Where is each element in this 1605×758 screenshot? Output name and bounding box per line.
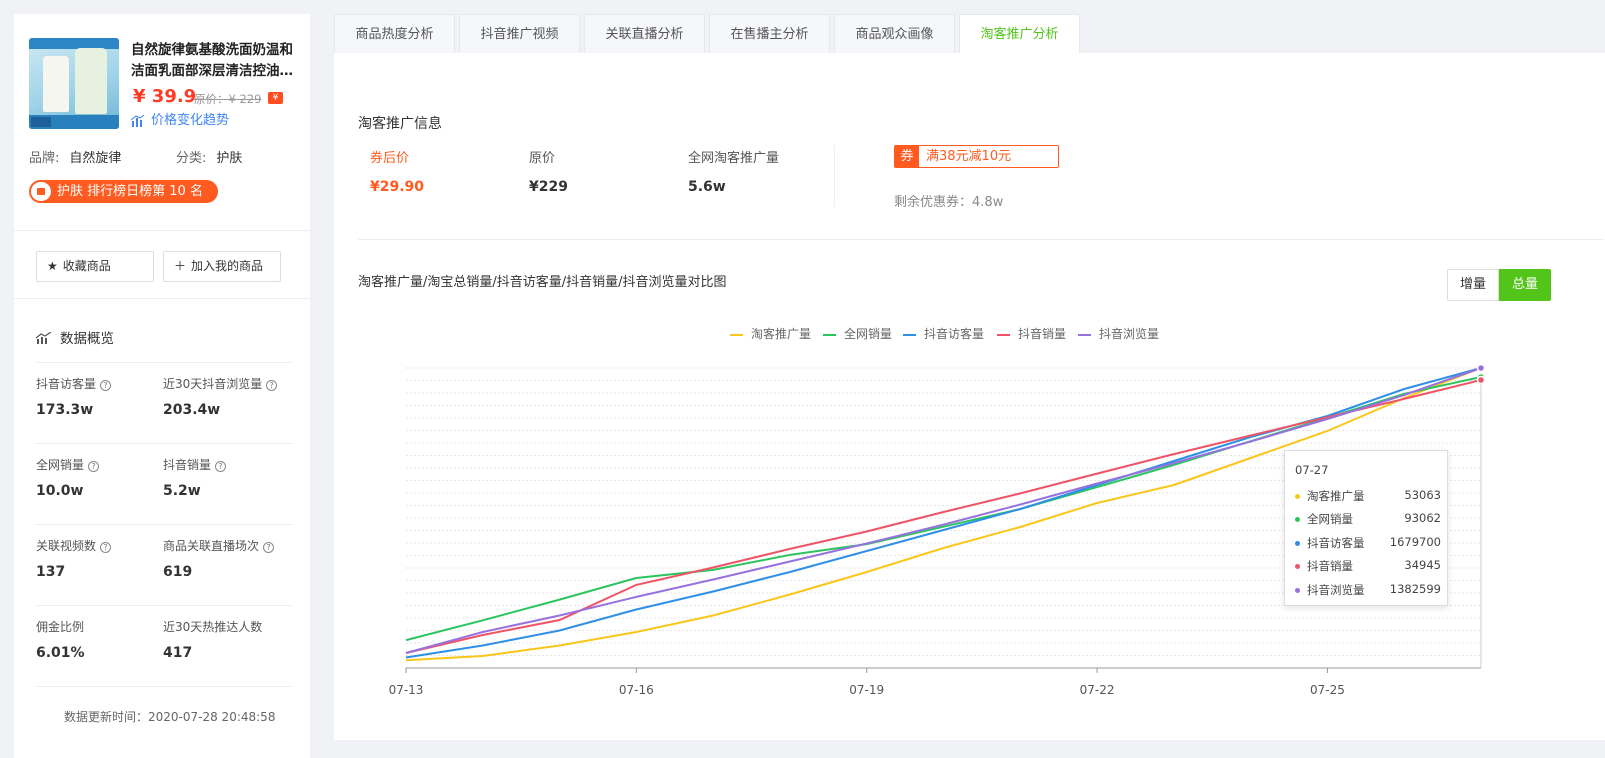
overview-title: 数据概览 (36, 327, 114, 347)
product-price: ¥ 39.9 (133, 86, 197, 107)
main-content: 商品热度分析 抖音推广视频 关联直播分析 在售播主分析 商品观众画像 淘客推广分… (334, 14, 1605, 758)
tab-audience[interactable]: 商品观众画像 (834, 14, 955, 53)
stats-row: 全网销量? 10.0w 抖音销量? 5.2w (36, 444, 292, 525)
stats-row: 佣金比例 6.01% 近30天热推达人数 417 (36, 606, 292, 687)
favorite-button[interactable]: ★ 收藏商品 (36, 251, 154, 282)
category-value: 护肤 (216, 151, 243, 166)
line-chart[interactable]: 07-13 07-16 07-19 07-22 07-25 (334, 53, 1605, 740)
divider (14, 230, 310, 231)
tab-sellers[interactable]: 在售播主分析 (709, 14, 830, 53)
product-image[interactable] (29, 38, 119, 129)
series-end-point (1476, 363, 1486, 373)
plus-icon: ＋ (174, 259, 187, 273)
stats-row: 抖音访客量? 173.3w 近30天抖音浏览量? 203.4w (36, 363, 292, 444)
product-sidebar: 自然旋律氨基酸洗面奶温和洁面乳面部深层清洁控油… ¥ 39.9 原价：¥ 229… (14, 14, 310, 758)
stat-douyin-sales: 抖音销量? 5.2w (163, 456, 227, 499)
product-card: 自然旋律氨基酸洗面奶温和洁面乳面部深层清洁控油… ¥ 39.9 原价：¥ 229… (29, 38, 299, 138)
tab-taoke[interactable]: 淘客推广分析 (959, 14, 1080, 53)
stat-linked-videos: 关联视频数? 137 (36, 537, 112, 580)
help-icon[interactable]: ? (88, 461, 100, 472)
price-trend-link[interactable]: 价格变化趋势 (131, 109, 229, 128)
tooltip-row: 抖音销量 34945 (1295, 558, 1441, 574)
category-info: 分类: 护肤 (176, 151, 243, 166)
rank-badge[interactable]: 护肤 排行榜日榜第 10 名 (29, 180, 218, 203)
stats-row: 关联视频数? 137 商品关联直播场次? 619 (36, 525, 292, 606)
coupon-mini-icon: ¥ (268, 92, 283, 104)
tab-live[interactable]: 关联直播分析 (584, 14, 705, 53)
help-icon[interactable]: ? (215, 461, 227, 472)
divider (14, 298, 310, 299)
x-tick-label: 07-13 (389, 683, 424, 697)
tab-heat[interactable]: 商品热度分析 (334, 14, 455, 53)
stat-douyin-visitors: 抖音访客量? 173.3w (36, 375, 112, 418)
brand-value: 自然旋律 (69, 151, 122, 166)
tooltip-row: 全网销量 93062 (1295, 511, 1441, 527)
stat-linked-lives: 商品关联直播场次? 619 (163, 537, 275, 580)
stat-commission: 佣金比例 6.01% (36, 620, 85, 661)
brand-info: 品牌: 自然旋律 (29, 151, 122, 166)
shopping-bag-icon (31, 182, 51, 201)
data-updated-time: 数据更新时间：2020-07-28 20:48:58 (64, 710, 276, 724)
help-icon[interactable]: ? (266, 380, 278, 391)
tooltip-row: 抖音访客量 1679700 (1295, 535, 1441, 551)
x-tick-label: 07-19 (849, 683, 884, 697)
stat-total-sales: 全网销量? 10.0w (36, 456, 100, 499)
price-trend-label: 价格变化趋势 (151, 113, 230, 128)
taoke-panel: 淘客推广信息 券后价 ¥29.90 原价 ¥229 全网淘客推广量 5.6w 券… (334, 53, 1605, 740)
tab-bar: 商品热度分析 抖音推广视频 关联直播分析 在售播主分析 商品观众画像 淘客推广分… (334, 14, 1605, 53)
help-icon[interactable]: ? (263, 542, 275, 553)
tooltip-row: 抖音浏览量 1382599 (1295, 582, 1441, 598)
original-price: 原价：¥ 229 (194, 92, 262, 106)
x-tick-label: 07-16 (619, 683, 654, 697)
product-title[interactable]: 自然旋律氨基酸洗面奶温和洁面乳面部深层清洁控油… (131, 40, 301, 82)
chart-tooltip: 07-27 淘客推广量 53063 全网销量 93062 抖音访客量 1679700 … (1284, 450, 1448, 606)
star-icon: ★ (47, 259, 58, 273)
tooltip-row: 淘客推广量 53063 (1295, 488, 1441, 504)
x-tick-label: 07-25 (1310, 683, 1345, 697)
x-tick-label: 07-22 (1080, 683, 1115, 697)
help-icon[interactable]: ? (100, 380, 112, 391)
add-to-my-products-button[interactable]: ＋加入我的商品 (163, 251, 281, 282)
stat-30day-influencers: 近30天热推达人数 417 (163, 620, 263, 661)
tooltip-date: 07-27 (1295, 463, 1329, 477)
series-end-point (1476, 375, 1486, 385)
help-icon[interactable]: ? (100, 542, 112, 553)
tab-douyin-videos[interactable]: 抖音推广视频 (459, 14, 580, 53)
trend-chart-icon (36, 332, 52, 344)
stat-30day-views: 近30天抖音浏览量? 203.4w (163, 375, 278, 418)
bar-chart-icon (131, 114, 145, 127)
